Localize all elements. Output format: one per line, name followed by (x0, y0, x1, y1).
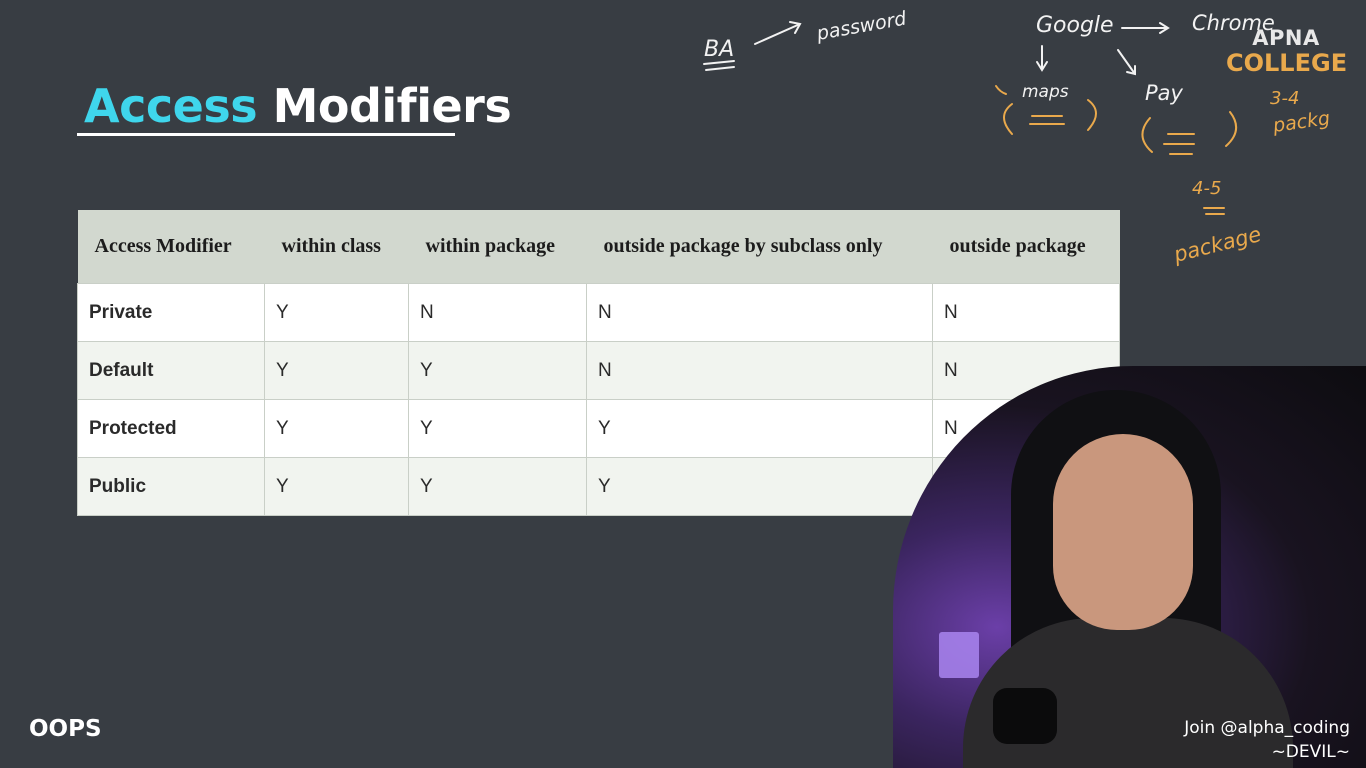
row-label: Public (77, 457, 265, 516)
table-cell: Y (408, 341, 587, 400)
section-label: OOPS (29, 716, 102, 742)
background-lamp (939, 632, 979, 678)
ink-google: Google (1036, 13, 1114, 38)
table-cell: N (586, 341, 933, 400)
handwritten-annotations: BA password Google Chrome maps Pay 3-4 p… (703, 7, 1332, 267)
row-label: Protected (77, 399, 265, 458)
ink-ba: BA (704, 37, 734, 62)
table-cell: Y (586, 457, 933, 516)
ink-pay: Pay (1145, 81, 1184, 105)
ink-maps: maps (1022, 82, 1069, 102)
ink-password: password (814, 7, 909, 45)
table-row: Default Y Y N N (77, 341, 1120, 400)
channel-overlay: Join @alpha_coding ~DEVIL~ (1184, 716, 1350, 764)
table-cell: Y (264, 399, 409, 458)
table-cell: Y (264, 341, 409, 400)
logo-line-college: COLLEGE (1226, 49, 1348, 77)
ink-4-5: 4-5 (1192, 178, 1221, 199)
table-cell: Y (264, 457, 409, 516)
ink-package: package (1170, 222, 1263, 267)
table-cell: Y (586, 399, 933, 458)
table-cell: Y (408, 457, 587, 516)
apna-college-logo: APNA COLLEGE (1226, 26, 1348, 77)
presenter-face (1053, 434, 1193, 630)
join-channel-text: Join @alpha_coding (1184, 718, 1350, 738)
logo-line-apna: APNA (1252, 26, 1320, 50)
microphone-icon (993, 688, 1057, 744)
table-cell: Y (408, 399, 587, 458)
ink-packg: packg (1271, 107, 1332, 137)
ink-3-4: 3-4 (1270, 88, 1299, 109)
row-label: Default (77, 341, 265, 400)
signature-text: ~DEVIL~ (1271, 742, 1350, 762)
